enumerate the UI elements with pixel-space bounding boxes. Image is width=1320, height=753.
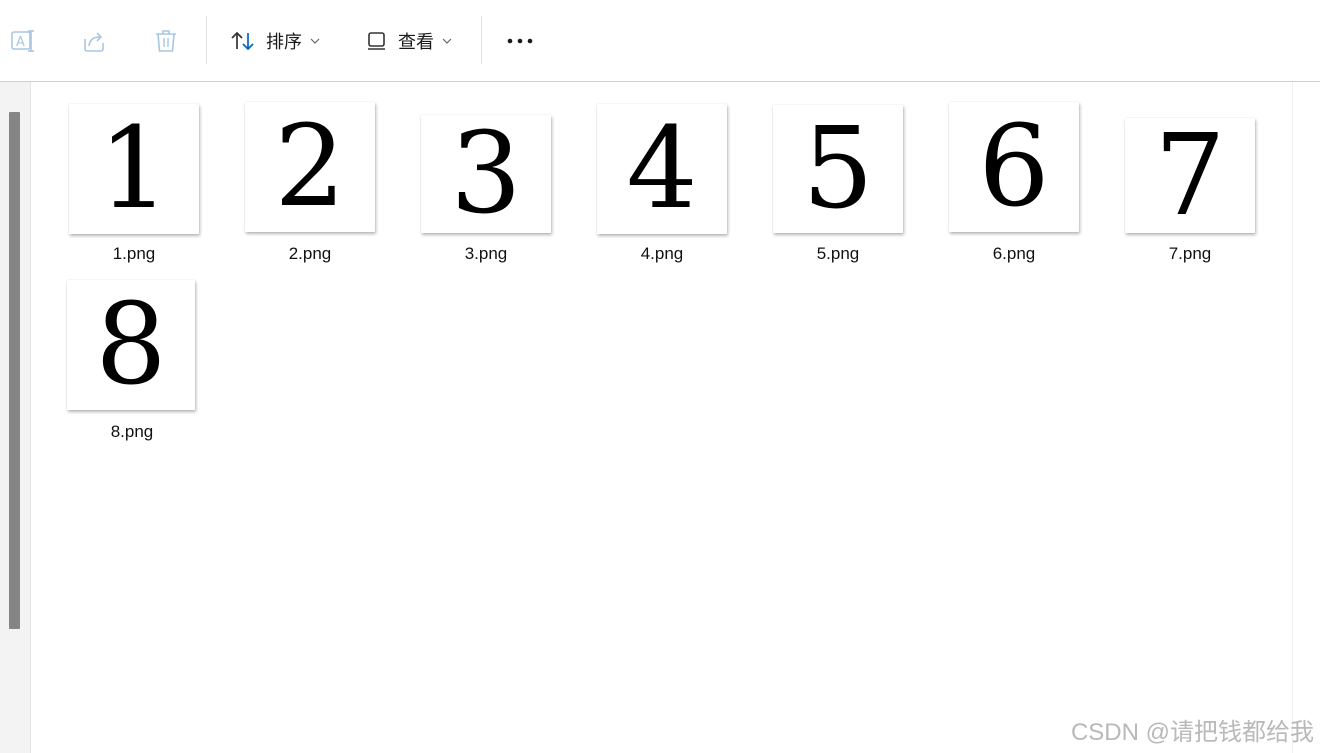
more-icon[interactable]	[503, 30, 537, 52]
scrollbar-thumb[interactable]	[9, 112, 20, 629]
file-name: 7.png	[1168, 244, 1212, 263]
toolbar-separator	[481, 16, 482, 64]
sort-button[interactable]: 排序	[230, 22, 320, 60]
thumbnail-digit: 8	[95, 280, 167, 410]
file-name: 1.png	[112, 244, 156, 263]
file-item[interactable]: 4 4.png	[587, 102, 737, 272]
file-name: 8.png	[110, 422, 154, 441]
watermark-text: CSDN @请把钱都给我	[1070, 719, 1314, 746]
command-bar: A 排序 查看	[0, 0, 1320, 82]
file-item[interactable]: 5 5.png	[763, 102, 913, 272]
view-label: 查看	[398, 32, 434, 52]
toolbar-separator	[206, 16, 207, 64]
file-name: 3.png	[464, 244, 508, 263]
file-thumbnail: 6	[949, 102, 1079, 232]
file-thumbnail: 5	[773, 105, 903, 233]
file-item[interactable]: 6 6.png	[939, 102, 1089, 272]
thumbnail-digit: 7	[1154, 110, 1226, 241]
file-name: 6.png	[992, 244, 1036, 263]
file-item[interactable]: 3 3.png	[411, 102, 561, 272]
thumbnail-digit: 4	[626, 104, 698, 234]
view-icon	[366, 30, 388, 52]
sort-icon	[230, 29, 256, 53]
file-name: 5.png	[816, 244, 860, 263]
thumbnail-digit: 1	[98, 104, 170, 234]
thumbnail-digit: 6	[978, 102, 1050, 232]
file-thumbnail: 7	[1125, 118, 1255, 233]
file-name: 2.png	[288, 244, 332, 263]
file-name: 4.png	[640, 244, 684, 263]
content-divider	[1292, 82, 1293, 753]
file-thumbnail: 4	[597, 104, 727, 234]
thumbnail-digit: 5	[802, 104, 874, 234]
file-item[interactable]: 8 8.png	[57, 278, 207, 448]
file-grid: 1 1.png 2 2.png 3 3.png 4 4.png 5 5.png …	[31, 82, 1292, 753]
sort-label: 排序	[266, 32, 302, 52]
svg-text:A: A	[16, 35, 25, 50]
chevron-down-icon	[310, 38, 320, 44]
file-thumbnail: 2	[245, 102, 375, 232]
file-item[interactable]: 1 1.png	[59, 102, 209, 272]
trash-icon[interactable]	[149, 24, 183, 58]
file-thumbnail: 8	[67, 280, 195, 410]
share-icon[interactable]	[77, 24, 111, 58]
file-item[interactable]: 2 2.png	[235, 102, 385, 272]
thumbnail-digit: 3	[450, 109, 522, 239]
thumbnail-digit: 2	[274, 102, 346, 232]
view-button[interactable]: 查看	[366, 22, 452, 60]
file-thumbnail: 3	[421, 115, 551, 233]
file-thumbnail: 1	[69, 104, 199, 234]
chevron-down-icon	[442, 38, 452, 44]
file-item[interactable]: 7 7.png	[1115, 102, 1265, 272]
rename-icon[interactable]: A	[6, 24, 40, 58]
